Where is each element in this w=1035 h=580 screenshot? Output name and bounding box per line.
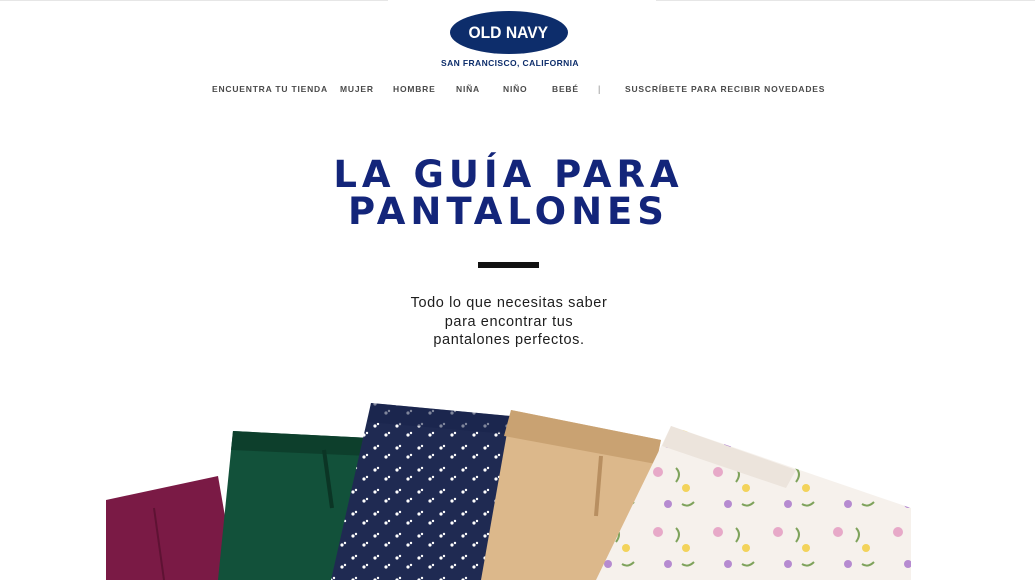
brand-header: OLD NAVY SAN FRANCISCO, CALIFORNIA xyxy=(441,11,579,68)
title-divider xyxy=(478,262,539,268)
nav-women[interactable]: MUJER xyxy=(340,84,374,94)
pants-burgundy xyxy=(106,476,236,580)
pants-illustration xyxy=(106,403,911,580)
page-title: LA GUÍA PARA PANTALONES xyxy=(0,156,1017,230)
nav-subscribe[interactable]: SUSCRÍBETE PARA RECIBIR NOVEDADES xyxy=(625,84,825,94)
main-nav: ENCUENTRA TU TIENDA MUJER HOMBRE NIÑA NI… xyxy=(0,84,1035,98)
nav-find-store[interactable]: ENCUENTRA TU TIENDA xyxy=(212,84,328,94)
nav-boys[interactable]: NIÑO xyxy=(503,84,527,94)
store-location: SAN FRANCISCO, CALIFORNIA xyxy=(441,58,579,68)
nav-men[interactable]: HOMBRE xyxy=(393,84,436,94)
logo-text: OLD NAVY xyxy=(468,22,549,42)
subtitle-line-3: pantalones perfectos. xyxy=(433,332,585,348)
nav-girls[interactable]: NIÑA xyxy=(456,84,480,94)
pants-hero-image xyxy=(106,398,911,580)
pants-navy-print xyxy=(331,403,511,580)
nav-baby[interactable]: BEBÉ xyxy=(552,84,579,94)
title-line-2: PANTALONES xyxy=(348,190,669,233)
subtitle-line-2: para encontrar tus xyxy=(444,313,574,330)
old-navy-logo[interactable]: OLD NAVY xyxy=(449,11,568,54)
subtitle-line-1: Todo lo que necesitas saber xyxy=(410,295,608,311)
nav-separator: | xyxy=(598,84,601,94)
top-border-gap xyxy=(388,0,656,1)
page-subtitle: Todo lo que necesitas saber para encontr… xyxy=(360,294,658,350)
